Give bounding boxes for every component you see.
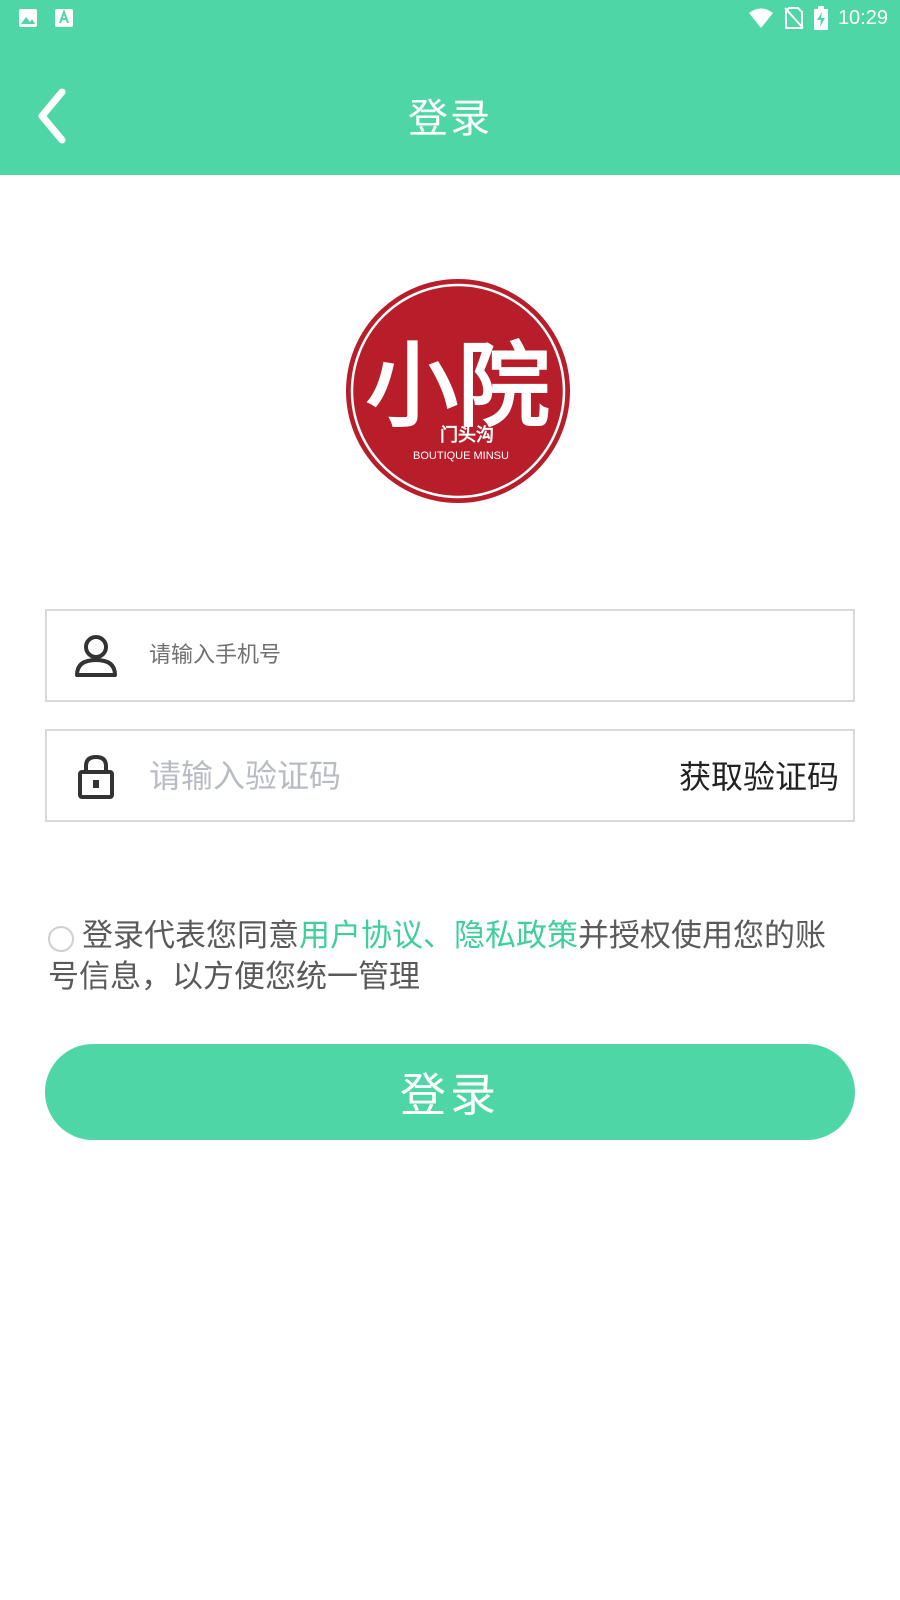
page-title: 登录 <box>408 96 492 142</box>
code-field[interactable]: 获取验证码 <box>45 729 855 822</box>
font-a-icon <box>55 9 73 27</box>
lock-icon <box>78 754 114 799</box>
agreement-separator: 、 <box>423 918 454 954</box>
get-code-button[interactable]: 获取验证码 <box>679 757 839 797</box>
phone-input[interactable] <box>149 611 829 700</box>
app-bar: 登录 <box>0 36 900 175</box>
no-sim-icon <box>784 7 804 29</box>
logo-sub-text: 门头沟 <box>440 424 494 446</box>
battery-charging-icon <box>813 6 828 30</box>
login-button[interactable]: 登录 <box>45 1044 855 1140</box>
status-bar: 10:29 <box>0 0 900 36</box>
agreement-prefix: 登录代表您同意 <box>82 918 299 954</box>
verification-code-input[interactable] <box>149 731 629 820</box>
user-agreement-link[interactable]: 用户协议 <box>299 918 423 954</box>
logo-en-text: BOUTIQUE MINSU <box>413 450 509 462</box>
agreement-radio[interactable] <box>48 926 74 952</box>
phone-field[interactable] <box>45 609 855 702</box>
logo-main-text: 小院 <box>366 332 550 440</box>
privacy-policy-link[interactable]: 隐私政策 <box>454 918 578 954</box>
logo: 小院 门头沟 BOUTIQUE MINSU <box>346 279 570 503</box>
agreement-text: 登录代表您同意用户协议、隐私政策并授权使用您的账号信息，以方便您统一管理 <box>48 916 856 998</box>
image-icon <box>19 9 37 27</box>
user-icon <box>75 635 117 677</box>
status-time: 10:29 <box>837 7 888 29</box>
wifi-icon <box>748 8 773 28</box>
